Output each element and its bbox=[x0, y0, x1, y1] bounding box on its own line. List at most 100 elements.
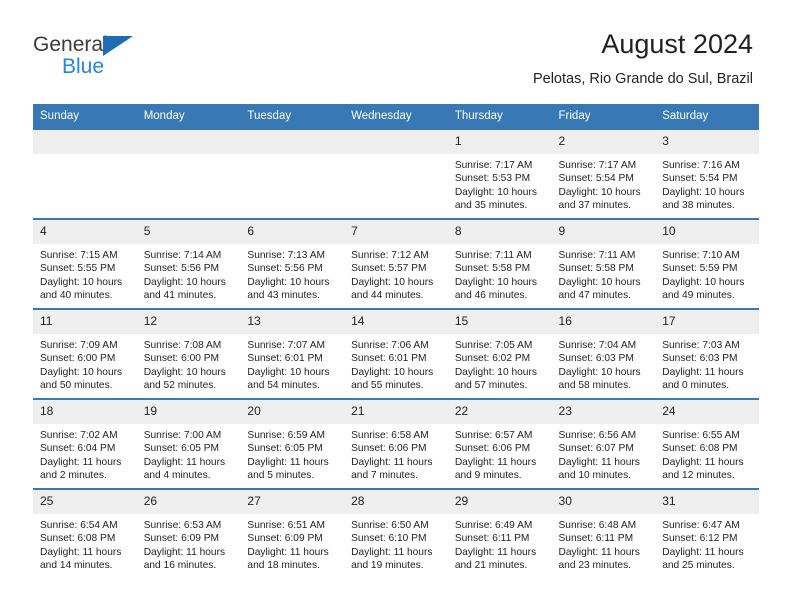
day-cell-inner bbox=[344, 130, 448, 218]
calendar-day-cell[interactable]: 17 Sunrise: 7:03 AM Sunset: 6:03 PM Dayligh… bbox=[655, 308, 759, 399]
day-number: 16 bbox=[551, 310, 656, 334]
calendar-day-cell[interactable]: 14 Sunrise: 7:06 AM Sunset: 6:01 PM Dayligh… bbox=[344, 308, 448, 399]
calendar-day-cell[interactable]: 30 Sunrise: 6:48 AM Sunset: 6:11 PM Dayligh… bbox=[551, 488, 656, 578]
sunrise-text: Sunrise: 7:12 AM bbox=[351, 250, 429, 261]
day-number: 1 bbox=[447, 130, 552, 154]
sunset-text: Sunset: 6:04 PM bbox=[40, 443, 116, 455]
daylight-text-line1: Daylight: 10 hours bbox=[351, 366, 434, 378]
daylight-text-line2: and 54 minutes. bbox=[247, 380, 320, 392]
daylight-text-line1: Daylight: 11 hours bbox=[247, 456, 329, 468]
day-details: Sunrise: 7:17 AM Sunset: 5:54 PM Daylight:… bbox=[552, 154, 656, 213]
day-details: Sunrise: 6:54 AM Sunset: 6:08 PM Daylight:… bbox=[33, 514, 137, 573]
day-details: Sunrise: 7:11 AM Sunset: 5:58 PM Daylight:… bbox=[552, 244, 656, 303]
calendar-day-cell[interactable]: 7 Sunrise: 7:12 AM Sunset: 5:57 PM Daylight… bbox=[344, 218, 448, 309]
daylight-text-line2: and 18 minutes. bbox=[247, 560, 320, 572]
daylight-text-line1: Daylight: 10 hours bbox=[40, 366, 123, 378]
day-cell-inner: 7 Sunrise: 7:12 AM Sunset: 5:57 PM Daylight… bbox=[344, 220, 448, 308]
day-number: 15 bbox=[447, 310, 552, 334]
sunrise-text: Sunrise: 7:09 AM bbox=[40, 340, 118, 351]
day-cell-inner: 21 Sunrise: 6:58 AM Sunset: 6:06 PM Dayligh… bbox=[344, 400, 448, 488]
day-cell-inner: 22 Sunrise: 6:57 AM Sunset: 6:06 PM Dayligh… bbox=[447, 400, 552, 488]
daylight-text-line2: and 35 minutes. bbox=[454, 200, 528, 212]
sunrise-text: Sunrise: 7:10 AM bbox=[662, 250, 740, 261]
day-number: 6 bbox=[240, 220, 345, 244]
day-details: Sunrise: 7:05 AM Sunset: 6:02 PM Daylight:… bbox=[448, 334, 552, 393]
sunrise-text: Sunrise: 7:00 AM bbox=[143, 430, 222, 441]
daylight-text-line2: and 10 minutes. bbox=[558, 470, 632, 482]
general-blue-logo[interactable]: General Blue bbox=[33, 34, 253, 84]
sunset-text: Sunset: 6:01 PM bbox=[247, 353, 323, 365]
calendar-day-cell[interactable]: 31 Sunrise: 6:47 AM Sunset: 6:12 PM Dayligh… bbox=[655, 488, 759, 578]
calendar-week-row: 25 Sunrise: 6:54 AM Sunset: 6:08 PM Dayligh… bbox=[33, 488, 759, 578]
daylight-text-line1: Daylight: 10 hours bbox=[143, 276, 226, 288]
calendar-day-cell[interactable]: 1 Sunrise: 7:17 AM Sunset: 5:53 PM Daylight… bbox=[447, 128, 552, 219]
day-details: Sunrise: 6:55 AM Sunset: 6:08 PM Daylight:… bbox=[655, 424, 759, 483]
logo-text-general: General bbox=[33, 33, 108, 56]
day-cell-inner: 23 Sunrise: 6:56 AM Sunset: 6:07 PM Dayligh… bbox=[551, 400, 656, 488]
calendar-body: 1 Sunrise: 7:17 AM Sunset: 5:53 PM Daylight… bbox=[33, 128, 759, 578]
calendar-day-cell[interactable]: 25 Sunrise: 6:54 AM Sunset: 6:08 PM Dayligh… bbox=[33, 488, 137, 578]
daylight-text-line1: Daylight: 10 hours bbox=[454, 366, 537, 378]
day-details: Sunrise: 7:09 AM Sunset: 6:00 PM Daylight:… bbox=[33, 334, 137, 393]
calendar-day-cell[interactable]: 22 Sunrise: 6:57 AM Sunset: 6:06 PM Dayligh… bbox=[447, 398, 552, 489]
daylight-text-line2: and 2 minutes. bbox=[40, 470, 107, 482]
calendar-table: Sunday Monday Tuesday Wednesday Thursday Frid… bbox=[33, 104, 759, 578]
weekday-header-monday: Monday bbox=[136, 104, 241, 129]
day-number: 20 bbox=[240, 400, 345, 424]
calendar-day-cell[interactable]: 24 Sunrise: 6:55 AM Sunset: 6:08 PM Dayligh… bbox=[655, 398, 759, 489]
daylight-text-line1: Daylight: 10 hours bbox=[247, 366, 330, 378]
day-number: 18 bbox=[33, 400, 137, 424]
logo-triangle-icon bbox=[103, 36, 133, 56]
day-number: 11 bbox=[33, 310, 137, 334]
calendar-day-cell[interactable]: 23 Sunrise: 6:56 AM Sunset: 6:07 PM Dayligh… bbox=[551, 398, 656, 489]
day-cell-inner: 20 Sunrise: 6:59 AM Sunset: 6:05 PM Dayligh… bbox=[240, 400, 345, 488]
calendar-day-cell[interactable]: 13 Sunrise: 7:07 AM Sunset: 6:01 PM Dayligh… bbox=[240, 308, 345, 399]
calendar-day-cell[interactable]: 12 Sunrise: 7:08 AM Sunset: 6:00 PM Dayligh… bbox=[136, 308, 241, 399]
day-cell-inner: 2 Sunrise: 7:17 AM Sunset: 5:54 PM Daylight… bbox=[551, 130, 656, 218]
day-number: 17 bbox=[655, 310, 759, 334]
sunrise-text: Sunrise: 7:15 AM bbox=[40, 250, 118, 261]
calendar-day-cell[interactable]: 3 Sunrise: 7:16 AM Sunset: 5:54 PM Daylight… bbox=[655, 128, 759, 219]
calendar-day-cell[interactable]: 26 Sunrise: 6:53 AM Sunset: 6:09 PM Dayligh… bbox=[136, 488, 241, 578]
calendar-day-cell[interactable]: 16 Sunrise: 7:04 AM Sunset: 6:03 PM Dayligh… bbox=[551, 308, 656, 399]
sunset-text: Sunset: 6:05 PM bbox=[247, 443, 323, 455]
calendar-day-cell[interactable]: 15 Sunrise: 7:05 AM Sunset: 6:02 PM Dayligh… bbox=[447, 308, 552, 399]
day-details: Sunrise: 6:49 AM Sunset: 6:11 PM Daylight:… bbox=[448, 514, 552, 573]
sunrise-text: Sunrise: 7:11 AM bbox=[558, 250, 636, 261]
day-cell-inner: 29 Sunrise: 6:49 AM Sunset: 6:11 PM Dayligh… bbox=[447, 490, 552, 578]
day-number: 4 bbox=[33, 220, 137, 244]
calendar-day-cell[interactable]: 9 Sunrise: 7:11 AM Sunset: 5:58 PM Daylight… bbox=[551, 218, 656, 309]
calendar-day-cell[interactable]: 8 Sunrise: 7:11 AM Sunset: 5:58 PM Daylight… bbox=[447, 218, 552, 309]
sunrise-text: Sunrise: 6:50 AM bbox=[351, 520, 429, 531]
calendar-day-cell[interactable]: 2 Sunrise: 7:17 AM Sunset: 5:54 PM Daylight… bbox=[551, 128, 656, 219]
calendar-day-cell[interactable]: 6 Sunrise: 7:13 AM Sunset: 5:56 PM Daylight… bbox=[240, 218, 345, 309]
day-cell-inner: 4 Sunrise: 7:15 AM Sunset: 5:55 PM Daylight… bbox=[33, 220, 137, 308]
calendar-day-cell[interactable]: 11 Sunrise: 7:09 AM Sunset: 6:00 PM Dayligh… bbox=[33, 308, 137, 399]
sunrise-text: Sunrise: 7:14 AM bbox=[143, 250, 222, 261]
calendar-day-cell[interactable]: 4 Sunrise: 7:15 AM Sunset: 5:55 PM Daylight… bbox=[33, 218, 137, 309]
calendar-cell-empty bbox=[240, 128, 345, 219]
calendar-day-cell[interactable]: 29 Sunrise: 6:49 AM Sunset: 6:11 PM Dayligh… bbox=[447, 488, 552, 578]
day-cell-inner: 5 Sunrise: 7:14 AM Sunset: 5:56 PM Daylight… bbox=[136, 220, 241, 308]
calendar-day-cell[interactable]: 5 Sunrise: 7:14 AM Sunset: 5:56 PM Daylight… bbox=[136, 218, 241, 309]
sunset-text: Sunset: 5:53 PM bbox=[454, 173, 531, 185]
calendar-day-cell[interactable]: 10 Sunrise: 7:10 AM Sunset: 5:59 PM Dayligh… bbox=[655, 218, 759, 309]
day-cell-inner: 6 Sunrise: 7:13 AM Sunset: 5:56 PM Daylight… bbox=[240, 220, 345, 308]
day-number bbox=[240, 130, 345, 154]
sunset-text: Sunset: 5:54 PM bbox=[662, 173, 738, 185]
day-details: Sunrise: 7:16 AM Sunset: 5:54 PM Daylight:… bbox=[655, 154, 759, 213]
daylight-text-line2: and 0 minutes. bbox=[662, 380, 730, 392]
sunrise-text: Sunrise: 7:16 AM bbox=[662, 160, 740, 171]
calendar-day-cell[interactable]: 18 Sunrise: 7:02 AM Sunset: 6:04 PM Dayligh… bbox=[33, 398, 137, 489]
day-number: 29 bbox=[447, 490, 552, 514]
sunrise-text: Sunrise: 7:17 AM bbox=[454, 160, 533, 171]
calendar-day-cell[interactable]: 19 Sunrise: 7:00 AM Sunset: 6:05 PM Dayligh… bbox=[136, 398, 241, 489]
day-details: Sunrise: 6:53 AM Sunset: 6:09 PM Daylight:… bbox=[137, 514, 241, 573]
calendar-day-cell[interactable]: 28 Sunrise: 6:50 AM Sunset: 6:10 PM Dayligh… bbox=[344, 488, 448, 578]
calendar-day-cell[interactable]: 27 Sunrise: 6:51 AM Sunset: 6:09 PM Dayligh… bbox=[240, 488, 345, 578]
calendar-day-cell[interactable]: 20 Sunrise: 6:59 AM Sunset: 6:05 PM Dayligh… bbox=[240, 398, 345, 489]
calendar-day-cell[interactable]: 21 Sunrise: 6:58 AM Sunset: 6:06 PM Dayligh… bbox=[344, 398, 448, 489]
sunrise-text: Sunrise: 7:11 AM bbox=[454, 250, 532, 261]
daylight-text-line1: Daylight: 10 hours bbox=[247, 276, 330, 288]
daylight-text-line2: and 49 minutes. bbox=[662, 290, 735, 302]
